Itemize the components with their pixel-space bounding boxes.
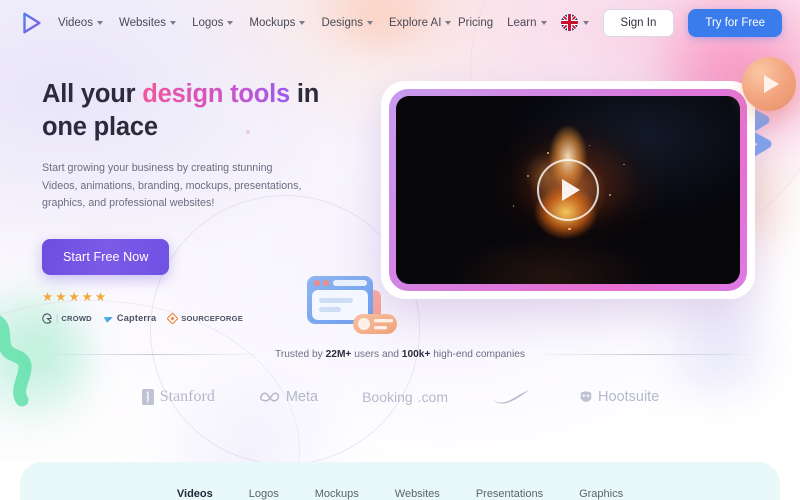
chevron-down-icon — [445, 20, 452, 25]
spark — [568, 227, 571, 231]
nav-item-label: Logos — [192, 16, 224, 29]
brand-label-suffix: .com — [417, 389, 449, 405]
page-title: All your design tools in one place — [42, 78, 362, 143]
top-navigation-bar: Videos Websites Logos Mockups Designs Ex… — [0, 0, 800, 45]
brand-label: Hootsuite — [598, 389, 660, 405]
nav-item-label: Mockups — [249, 16, 296, 29]
nav-item-explore-ai[interactable]: Explore AI — [389, 16, 452, 29]
nav-item-label: Pricing — [457, 16, 494, 29]
brand-booking: Booking .com — [362, 389, 448, 405]
trusted-suffix: high-end companies — [430, 349, 525, 360]
nav-menu-list: Videos Websites Logos Mockups Designs Ex… — [58, 16, 452, 29]
capterra-label: Capterra — [116, 313, 157, 324]
title-part-1: All your — [42, 80, 143, 108]
sourceforge-icon — [167, 312, 179, 324]
sourceforge-label: SOURCEFORGE — [181, 313, 243, 323]
spark — [623, 163, 625, 166]
floating-play-icon — [742, 57, 796, 111]
capterra-icon — [103, 316, 113, 323]
g2-crowd-badge[interactable]: | CROWD — [42, 313, 92, 324]
nav-item-logos[interactable]: Logos — [192, 16, 234, 29]
brand-label: Meta — [285, 389, 319, 405]
nav-item-pricing[interactable]: Pricing — [458, 17, 493, 29]
video-player[interactable] — [396, 96, 740, 284]
trusted-middle: users and — [351, 349, 402, 360]
chevron-down-icon — [299, 20, 306, 25]
play-button-icon[interactable] — [537, 159, 599, 221]
tab-mockups[interactable]: Mockups — [315, 488, 359, 500]
video-gradient-frame — [389, 89, 747, 291]
nav-item-learn[interactable]: Learn — [507, 16, 547, 29]
nav-item-mockups[interactable]: Mockups — [249, 16, 306, 29]
capterra-badge[interactable]: Capterra — [103, 313, 156, 324]
users-count: 22M+ — [325, 349, 352, 360]
language-selector[interactable] — [560, 14, 589, 31]
nav-item-websites[interactable]: Websites — [118, 16, 177, 29]
star-icon: ★ — [81, 290, 93, 305]
play-triangle-icon — [763, 75, 779, 93]
title-highlight: design tools — [142, 80, 290, 108]
divider-right — [537, 354, 759, 355]
brand-meta: Meta — [259, 389, 318, 405]
nav-item-designs[interactable]: Designs — [321, 17, 373, 29]
brand-nike — [492, 389, 535, 405]
chevron-down-icon — [96, 20, 103, 25]
companies-count: 100k+ — [401, 349, 431, 360]
nav-item-label: Learn — [507, 16, 537, 29]
category-tabs: Videos Logos Mockups Websites Presentati… — [20, 488, 780, 500]
brand-stanford: Stanford — [141, 388, 215, 406]
try-for-free-button[interactable]: Try for Free — [688, 8, 782, 37]
hero-video-card — [381, 81, 755, 299]
star-icon: ★ — [42, 290, 54, 305]
chevron-down-icon — [170, 20, 177, 25]
start-free-now-button[interactable]: Start Free Now — [42, 239, 170, 276]
nike-swoosh-icon — [493, 390, 529, 404]
spark — [526, 174, 529, 177]
tab-websites[interactable]: Websites — [395, 488, 440, 500]
star-icon: ★ — [55, 290, 67, 305]
brand-label: Booking — [362, 389, 413, 405]
sourceforge-badge[interactable]: SOURCEFORGE — [167, 312, 243, 324]
play-triangle-icon — [561, 179, 580, 201]
nav-item-label: Videos — [58, 16, 93, 29]
brand-label: Stanford — [159, 388, 215, 405]
chevron-down-icon — [227, 20, 234, 25]
nav-item-label: Explore AI — [389, 16, 442, 29]
sign-in-button[interactable]: Sign In — [602, 8, 675, 37]
uk-flag-icon — [560, 14, 578, 31]
hero-subtitle: Start growing your business by creating … — [42, 162, 302, 209]
star-icon: ★ — [94, 290, 107, 305]
g2-crowd-icon — [42, 313, 52, 324]
client-brand-logos: Stanford Meta Booking .com Hootsuite — [42, 380, 758, 414]
play-triangle-logo-icon[interactable] — [18, 10, 44, 36]
tab-videos[interactable]: Videos — [177, 488, 213, 500]
trusted-prefix: Trusted by — [275, 349, 326, 360]
stanford-tree-icon — [141, 389, 154, 405]
hootsuite-owl-icon — [580, 390, 592, 402]
browser-window-3d-icon — [307, 276, 397, 334]
trusted-by-strip: Trusted by 22M+ users and 100k+ high-end… — [42, 349, 759, 360]
g2-crowd-label: CROWD — [61, 313, 92, 323]
meta-infinity-icon — [259, 392, 280, 402]
star-icon: ★ — [68, 290, 80, 305]
chevron-down-icon — [367, 20, 373, 25]
nav-item-label: Websites — [118, 16, 167, 29]
divider-left — [42, 354, 264, 355]
brand-hootsuite: Hootsuite — [579, 389, 659, 405]
tab-presentations[interactable]: Presentations — [476, 488, 543, 500]
tab-logos[interactable]: Logos — [249, 488, 279, 500]
trusted-by-text: Trusted by 22M+ users and 100k+ high-end… — [275, 349, 525, 360]
nav-actions: Pricing Learn Sign In Try for Free — [458, 8, 782, 37]
nav-item-videos[interactable]: Videos — [58, 17, 103, 29]
chevron-down-icon — [582, 20, 589, 25]
nav-item-label: Designs — [321, 16, 363, 29]
tab-graphics[interactable]: Graphics — [579, 488, 623, 500]
chevron-down-icon — [540, 20, 547, 25]
